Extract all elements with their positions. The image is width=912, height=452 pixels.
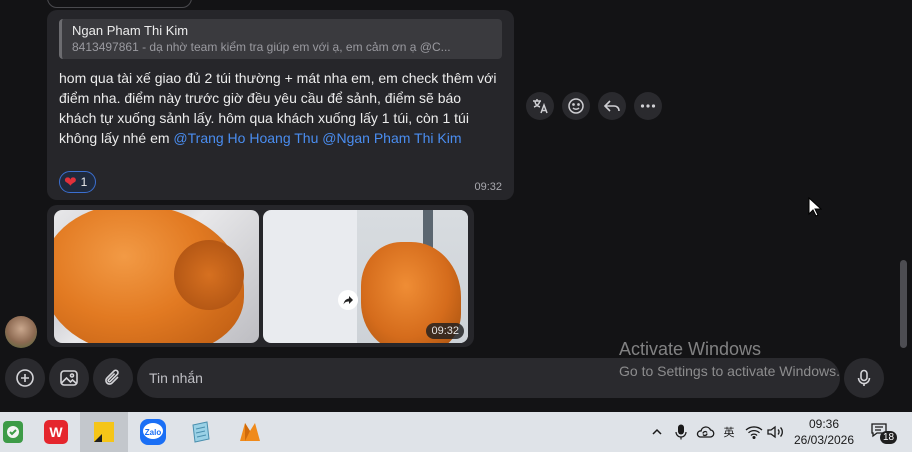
share-icon[interactable] xyxy=(338,290,358,310)
input-method-label: 英 xyxy=(723,427,735,439)
microphone-icon[interactable] xyxy=(844,358,884,398)
image-icon[interactable] xyxy=(49,358,89,398)
notepad-icon[interactable] xyxy=(185,416,217,448)
quoted-text: 8413497861 - dạ nhờ team kiểm tra giúp e… xyxy=(72,40,451,54)
clock-time: 09:36 xyxy=(808,417,840,431)
message-time: 09:32 xyxy=(474,181,502,193)
photo-orange-bag-with-share[interactable]: 09:32 xyxy=(263,210,468,343)
quoted-sender-name: Ngan Pham Thi Kim xyxy=(72,23,189,38)
notification-count: 18 xyxy=(880,431,898,444)
attachment-icon[interactable] xyxy=(93,358,133,398)
reply-icon[interactable] xyxy=(598,92,626,120)
message-actions xyxy=(526,92,662,120)
bag-shadow-shape xyxy=(174,240,244,310)
fox-app-icon[interactable] xyxy=(234,416,266,448)
emoji-reaction-icon[interactable] xyxy=(562,92,590,120)
wifi-icon[interactable] xyxy=(744,412,764,452)
avatar[interactable] xyxy=(5,316,37,348)
mention-ngan[interactable]: @Ngan Pham Thi Kim xyxy=(322,130,461,146)
message-text: hom qua tài xế giao đủ 2 túi thường + má… xyxy=(59,68,499,148)
sticky-notes-icon[interactable] xyxy=(80,412,128,452)
image-message-bubble: 09:32 xyxy=(47,205,474,347)
input-method-indicator[interactable]: 英 xyxy=(718,412,740,452)
mouse-pointer-icon xyxy=(808,196,823,222)
scrollbar[interactable] xyxy=(900,260,907,348)
reaction-badge[interactable]: ❤ 1 xyxy=(59,171,97,193)
taskbar: W Zalo 英 09:36 26/03/2026 18 xyxy=(0,412,912,452)
green-app-icon[interactable] xyxy=(0,416,26,448)
translate-icon[interactable] xyxy=(526,92,554,120)
reaction-count: 1 xyxy=(80,175,88,189)
volume-icon[interactable] xyxy=(766,412,786,452)
notification-icon[interactable]: 18 xyxy=(870,422,898,446)
heart-icon: ❤ xyxy=(64,173,77,191)
plus-icon[interactable] xyxy=(5,358,45,398)
zalo-icon[interactable]: Zalo xyxy=(137,416,169,448)
microphone-tray-icon[interactable] xyxy=(672,412,690,452)
quoted-message[interactable]: Ngan Pham Thi Kim 8413497861 - dạ nhờ te… xyxy=(59,19,502,59)
chevron-up-icon[interactable] xyxy=(648,412,666,452)
message-input-placeholder: Tin nhắn xyxy=(149,370,203,386)
cloud-sync-icon[interactable] xyxy=(694,412,716,452)
previous-message-bubble xyxy=(47,0,192,8)
clock[interactable]: 09:36 26/03/2026 xyxy=(786,416,862,448)
wps-label: W xyxy=(49,424,63,440)
photo-orange-bag[interactable] xyxy=(54,210,259,343)
message-bubble[interactable]: Ngan Pham Thi Kim 8413497861 - dạ nhờ te… xyxy=(47,10,514,200)
windows-activation-watermark: Activate Windows Go to Settings to activ… xyxy=(619,338,840,380)
watermark-title: Activate Windows xyxy=(619,339,762,359)
wps-office-icon[interactable]: W xyxy=(40,416,72,448)
image-time: 09:32 xyxy=(426,323,464,339)
zalo-label: Zalo xyxy=(144,427,162,437)
watermark-subtitle: Go to Settings to activate Windows. xyxy=(619,363,840,379)
more-icon[interactable] xyxy=(634,92,662,120)
clock-date: 26/03/2026 xyxy=(793,433,855,447)
mention-trang[interactable]: @Trang Ho Hoang Thu xyxy=(173,130,318,146)
chat-window: Ngan Pham Thi Kim 8413497861 - dạ nhờ te… xyxy=(0,0,912,412)
